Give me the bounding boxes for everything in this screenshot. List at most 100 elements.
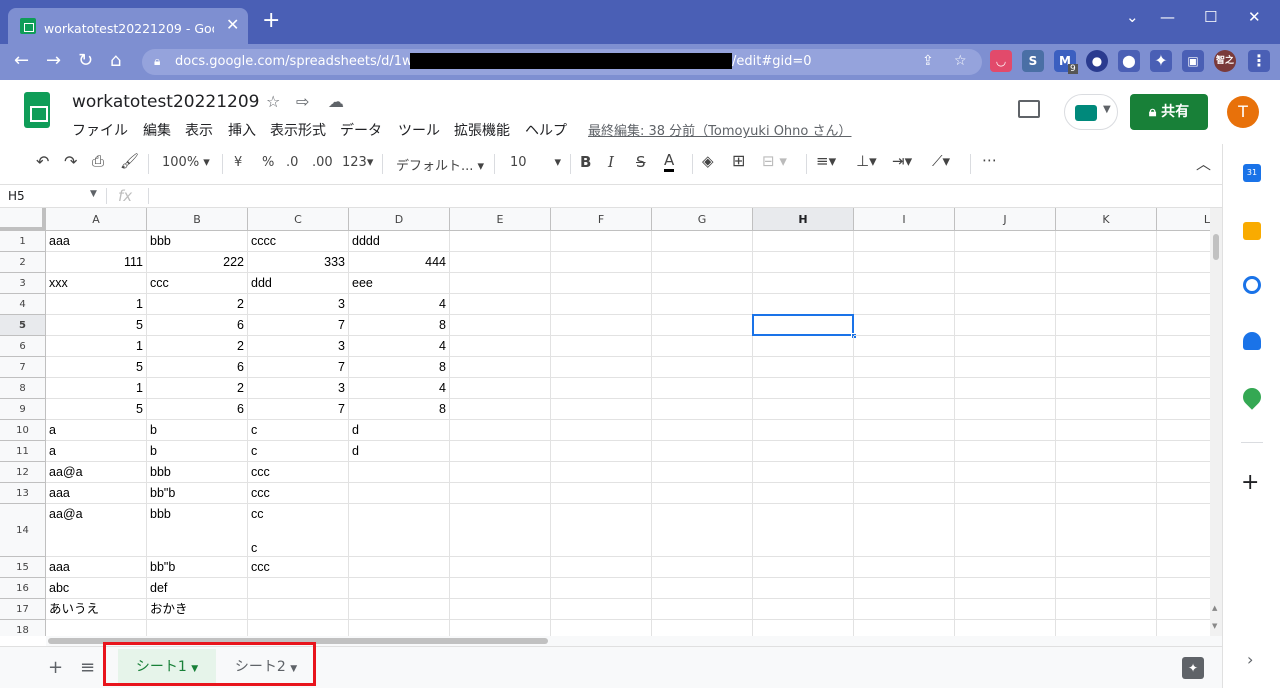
text-rotation-icon[interactable]: ⟋▾ (932, 152, 950, 170)
cell-g11[interactable] (652, 441, 753, 462)
cell-c16[interactable] (248, 578, 349, 599)
column-header-f[interactable]: F (551, 208, 652, 231)
menu-extensions[interactable]: 拡張機能 (454, 120, 510, 140)
row-header-4[interactable]: 4 (0, 294, 46, 315)
cell-g12[interactable] (652, 462, 753, 483)
more-formats-button[interactable]: 123▾ (342, 155, 373, 170)
menu-file[interactable]: ファイル (72, 120, 128, 140)
cell-i10[interactable] (854, 420, 955, 441)
cell-d14[interactable] (349, 504, 450, 557)
cell-g8[interactable] (652, 378, 753, 399)
column-header-d[interactable]: D (349, 208, 450, 231)
cell-l7[interactable] (1157, 357, 1210, 378)
row-header-9[interactable]: 9 (0, 399, 46, 420)
meet-button[interactable]: ▼ (1064, 94, 1118, 130)
cell-k1[interactable] (1056, 231, 1157, 252)
cell-b15[interactable]: bb"b (147, 557, 248, 578)
cell-j8[interactable] (955, 378, 1056, 399)
cell-l8[interactable] (1157, 378, 1210, 399)
cell-d10[interactable]: d (349, 420, 450, 441)
cell-a1[interactable]: aaa (46, 231, 147, 252)
menu-format[interactable]: 表示形式 (270, 120, 326, 140)
cell-b7[interactable]: 6 (147, 357, 248, 378)
cell-j15[interactable] (955, 557, 1056, 578)
cell-i2[interactable] (854, 252, 955, 273)
cell-i1[interactable] (854, 231, 955, 252)
cell-h14[interactable] (753, 504, 854, 557)
row-header-11[interactable]: 11 (0, 441, 46, 462)
cell-d4[interactable]: 4 (349, 294, 450, 315)
cell-b3[interactable]: ccc (147, 273, 248, 294)
cell-g5[interactable] (652, 315, 753, 336)
cell-k9[interactable] (1056, 399, 1157, 420)
cell-h18[interactable] (753, 620, 854, 636)
cell-h3[interactable] (753, 273, 854, 294)
column-header-c[interactable]: C (248, 208, 349, 231)
cell-k17[interactable] (1056, 599, 1157, 620)
cell-d8[interactable]: 4 (349, 378, 450, 399)
star-icon[interactable]: ☆ (266, 92, 280, 111)
cell-c10[interactable]: c (248, 420, 349, 441)
row-header-17[interactable]: 17 (0, 599, 46, 620)
row-header-13[interactable]: 13 (0, 483, 46, 504)
vertical-align-icon[interactable]: ⊥▾ (856, 152, 877, 170)
cell-h9[interactable] (753, 399, 854, 420)
scroll-down-arrow-icon[interactable]: ▼ (1212, 622, 1217, 630)
cell-h1[interactable] (753, 231, 854, 252)
forward-arrow-icon[interactable]: → (46, 50, 61, 71)
column-header-h[interactable]: H (753, 208, 854, 231)
cell-e15[interactable] (450, 557, 551, 578)
cell-a4[interactable]: 1 (46, 294, 147, 315)
contacts-icon[interactable] (1243, 332, 1261, 350)
cell-k3[interactable] (1056, 273, 1157, 294)
cell-g7[interactable] (652, 357, 753, 378)
cell-a16[interactable]: abc (46, 578, 147, 599)
cell-k2[interactable] (1056, 252, 1157, 273)
cell-f3[interactable] (551, 273, 652, 294)
browser-tab[interactable]: workatotest20221209 - Google ス ✕ (8, 8, 248, 44)
cell-l9[interactable] (1157, 399, 1210, 420)
cell-c7[interactable]: 7 (248, 357, 349, 378)
cell-l6[interactable] (1157, 336, 1210, 357)
cell-a9[interactable]: 5 (46, 399, 147, 420)
cell-f16[interactable] (551, 578, 652, 599)
row-header-12[interactable]: 12 (0, 462, 46, 483)
cell-e4[interactable] (450, 294, 551, 315)
cell-f13[interactable] (551, 483, 652, 504)
cell-b12[interactable]: bbb (147, 462, 248, 483)
cell-b2[interactable]: 222 (147, 252, 248, 273)
cell-h11[interactable] (753, 441, 854, 462)
cell-j9[interactable] (955, 399, 1056, 420)
cell-j13[interactable] (955, 483, 1056, 504)
cell-j18[interactable] (955, 620, 1056, 636)
text-wrap-icon[interactable]: ⇥▾ (892, 152, 912, 170)
cell-j1[interactable] (955, 231, 1056, 252)
chevron-down-icon[interactable]: ⌄ (1126, 8, 1139, 26)
cell-i9[interactable] (854, 399, 955, 420)
cell-h12[interactable] (753, 462, 854, 483)
cell-e16[interactable] (450, 578, 551, 599)
cell-e13[interactable] (450, 483, 551, 504)
cell-g18[interactable] (652, 620, 753, 636)
vertical-scrollbar[interactable]: ▲ ▼ (1210, 208, 1222, 636)
cell-f12[interactable] (551, 462, 652, 483)
cell-l11[interactable] (1157, 441, 1210, 462)
last-edit-link[interactable]: 最終編集: 38 分前（Tomoyuki Ohno さん） (588, 120, 852, 139)
cell-f18[interactable] (551, 620, 652, 636)
s-extension-icon[interactable]: S (1022, 50, 1044, 72)
row-header-14[interactable]: 14 (0, 504, 46, 557)
cell-c9[interactable]: 7 (248, 399, 349, 420)
fill-color-icon[interactable]: ◈ (702, 152, 714, 170)
cell-a11[interactable]: a (46, 441, 147, 462)
cell-b4[interactable]: 2 (147, 294, 248, 315)
home-icon[interactable]: ⌂ (110, 50, 121, 71)
document-title[interactable]: workatotest20221209 (72, 92, 260, 112)
text-color-button[interactable]: A (664, 151, 675, 172)
cell-l2[interactable] (1157, 252, 1210, 273)
cell-g14[interactable] (652, 504, 753, 557)
italic-button[interactable]: I (608, 153, 614, 171)
cell-l3[interactable] (1157, 273, 1210, 294)
share-button[interactable]: 🔒︎ 共有 (1130, 94, 1208, 130)
cell-e11[interactable] (450, 441, 551, 462)
cell-f15[interactable] (551, 557, 652, 578)
